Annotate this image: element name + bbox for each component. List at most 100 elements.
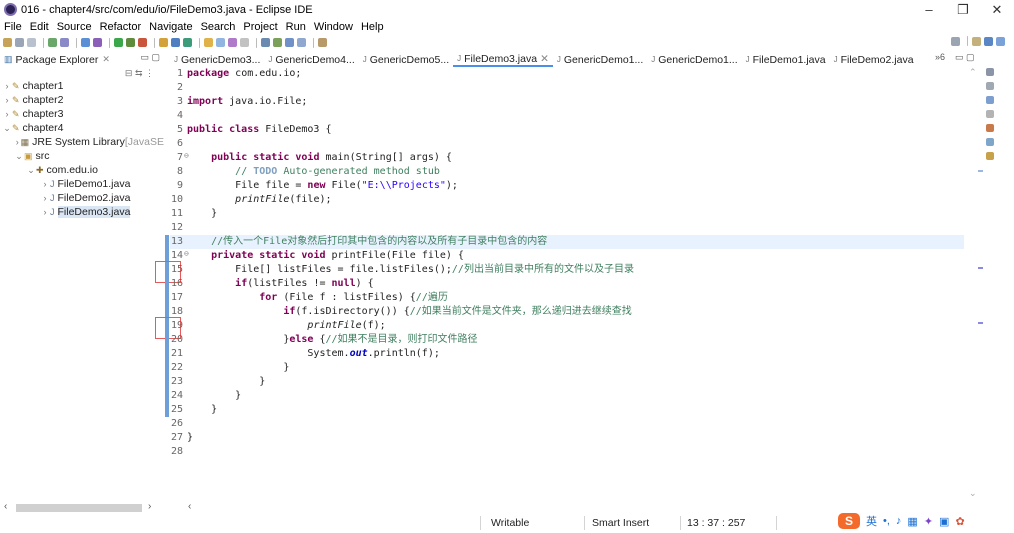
menu-refactor[interactable]: Refactor — [100, 21, 142, 33]
code-text[interactable]: } — [187, 389, 241, 403]
collapse-icon[interactable]: ⌄ — [26, 165, 36, 176]
punctuation-icon[interactable]: •, — [883, 515, 890, 527]
tree-node[interactable]: ⌄ ✚ com.edu.io — [0, 163, 164, 177]
code-text[interactable]: } — [187, 431, 193, 445]
code-line[interactable]: 26 — [170, 417, 964, 431]
expand-icon[interactable]: › — [14, 137, 21, 147]
tree-node[interactable]: › J FileDemo1.java — [0, 177, 164, 191]
line-number[interactable]: 15 — [170, 263, 183, 277]
run-history-icon[interactable] — [126, 38, 135, 47]
code-text[interactable]: if(listFiles != null) { — [187, 277, 374, 291]
problems-icon[interactable] — [986, 96, 994, 104]
previous-annotation-icon[interactable] — [273, 38, 282, 47]
line-number[interactable]: 12 — [170, 221, 183, 235]
pin-editor-icon[interactable] — [318, 38, 327, 47]
code-text[interactable]: }else {//如果不是目录，则打印文件路径 — [187, 333, 477, 347]
tree-node[interactable]: › ✎ chapter1 — [0, 79, 164, 93]
line-number[interactable]: 20 — [170, 333, 183, 347]
expand-icon[interactable]: › — [2, 109, 12, 119]
code-line[interactable]: 17 for (File f : listFiles) {//遍历 — [165, 291, 964, 305]
editor-tab[interactable]: J GenericDemo5... — [359, 52, 453, 67]
line-number[interactable]: 13 — [170, 235, 183, 249]
save-all-icon[interactable] — [27, 38, 36, 47]
code-line[interactable]: 6 — [170, 137, 964, 151]
editor-tab[interactable]: J GenericDemo4... — [264, 52, 358, 67]
code-text[interactable]: System.out.println(f); — [187, 347, 439, 361]
settings-icon[interactable]: ✿ — [955, 515, 964, 528]
code-text[interactable]: for (File f : listFiles) {//遍历 — [187, 291, 448, 305]
line-number[interactable]: 22 — [170, 361, 183, 375]
code-line[interactable]: 10 printFile(file); — [170, 193, 964, 207]
code-editor[interactable]: 1 package com.edu.io; 2 3 import java.io.Fil… — [155, 67, 964, 499]
minimize-button[interactable]: – — [912, 0, 946, 19]
line-number[interactable]: 24 — [170, 389, 183, 403]
menu-project[interactable]: Project — [243, 21, 277, 33]
maximize-button[interactable]: ❐ — [946, 0, 980, 19]
line-number[interactable]: 7 — [170, 151, 183, 165]
expand-icon[interactable]: › — [2, 95, 12, 105]
progress-icon[interactable] — [986, 152, 994, 160]
microphone-icon[interactable]: ♪ — [896, 515, 902, 527]
code-line[interactable]: 3 import java.io.File; — [170, 95, 964, 109]
scroll-left-icon[interactable]: ‹ — [188, 501, 191, 512]
editor-minimize-maximize-icon[interactable]: ▭ ▢ — [955, 52, 975, 63]
expand-icon[interactable]: › — [2, 81, 12, 91]
editor-vertical-scrollbar[interactable] — [964, 67, 974, 499]
editor-tab[interactable]: J GenericDemo1... — [553, 52, 647, 67]
new-package-icon[interactable] — [171, 38, 180, 47]
java-ee-perspective-icon[interactable] — [984, 36, 993, 46]
line-number[interactable]: 11 — [170, 207, 183, 221]
line-number[interactable]: 4 — [170, 109, 183, 123]
code-line[interactable]: 28 — [170, 445, 964, 459]
line-number[interactable]: 5 — [170, 123, 183, 137]
open-type-icon[interactable] — [204, 38, 213, 47]
code-text[interactable]: } — [187, 403, 217, 417]
debug-icon[interactable] — [93, 38, 102, 47]
line-number[interactable]: 10 — [170, 193, 183, 207]
line-number[interactable]: 16 — [170, 277, 183, 291]
line-number[interactable]: 17 — [170, 291, 183, 305]
code-line[interactable]: 24 } — [165, 389, 964, 403]
explorer-toolbar-icons[interactable]: ⊟ ⇆ ⋮ — [125, 68, 154, 79]
editor-tab[interactable]: J FileDemo2.java — [830, 52, 918, 67]
line-number[interactable]: 28 — [170, 445, 183, 459]
sogou-ime-icon[interactable]: S — [838, 513, 860, 529]
code-line[interactable]: 8 // TODO Auto-generated method stub — [170, 165, 964, 179]
close-icon[interactable]: ✕ — [102, 54, 110, 65]
menu-help[interactable]: Help — [361, 21, 384, 33]
code-text[interactable]: File[] listFiles = file.listFiles();//列出… — [187, 263, 634, 277]
code-text[interactable]: //传入一个File对象然后打印其中包含的内容以及所有子目录中包含的内容 — [187, 235, 547, 249]
scroll-down-icon[interactable]: ⌄ — [969, 488, 977, 499]
tree-node[interactable]: › ▦ JRE System Library [JavaSE — [0, 135, 164, 149]
expand-icon[interactable]: › — [40, 207, 50, 217]
package-explorer-tab[interactable]: ▥ Package Explorer ✕ ▭ ▢ — [0, 52, 164, 67]
menu-source[interactable]: Source — [57, 21, 92, 33]
console-icon[interactable] — [986, 138, 994, 146]
code-line[interactable]: 2 — [170, 81, 964, 95]
menu-run[interactable]: Run — [286, 21, 306, 33]
code-line[interactable]: 16 if(listFiles != null) { — [165, 277, 964, 291]
code-line[interactable]: 27} — [170, 431, 964, 445]
line-number[interactable]: 8 — [170, 165, 183, 179]
menu-edit[interactable]: Edit — [30, 21, 49, 33]
new-icon[interactable] — [3, 38, 12, 47]
code-text[interactable]: printFile(file); — [187, 193, 331, 207]
editor-tab[interactable]: J GenericDemo3... — [170, 52, 264, 67]
terminal-icon[interactable] — [81, 38, 90, 47]
line-number[interactable]: 2 — [170, 81, 183, 95]
line-number[interactable]: 26 — [170, 417, 183, 431]
code-line[interactable]: 11 } — [170, 207, 964, 221]
code-line[interactable]: 14 ⊖ private static void printFile(File f… — [165, 249, 964, 263]
explorer-horizontal-scrollbar[interactable]: ‹ › — [0, 501, 164, 514]
code-text[interactable]: import java.io.File; — [187, 95, 307, 109]
outline-icon[interactable] — [986, 68, 994, 76]
code-line[interactable]: 1 package com.edu.io; — [170, 67, 964, 81]
declaration-icon[interactable] — [986, 124, 994, 132]
more-tabs-button[interactable]: »6 — [935, 52, 945, 62]
tree-node[interactable]: ⌄ ✎ chapter4 — [0, 121, 164, 135]
code-line[interactable]: 18 if(f.isDirectory()) {//如果当前文件是文件夹，那么递… — [165, 305, 964, 319]
editor-tab[interactable]: J FileDemo1.java — [742, 52, 830, 67]
quick-access-search-icon[interactable] — [951, 36, 960, 46]
close-button[interactable]: ✕ — [980, 0, 1014, 19]
code-text[interactable]: public static void main(String[] args) { — [187, 151, 452, 165]
